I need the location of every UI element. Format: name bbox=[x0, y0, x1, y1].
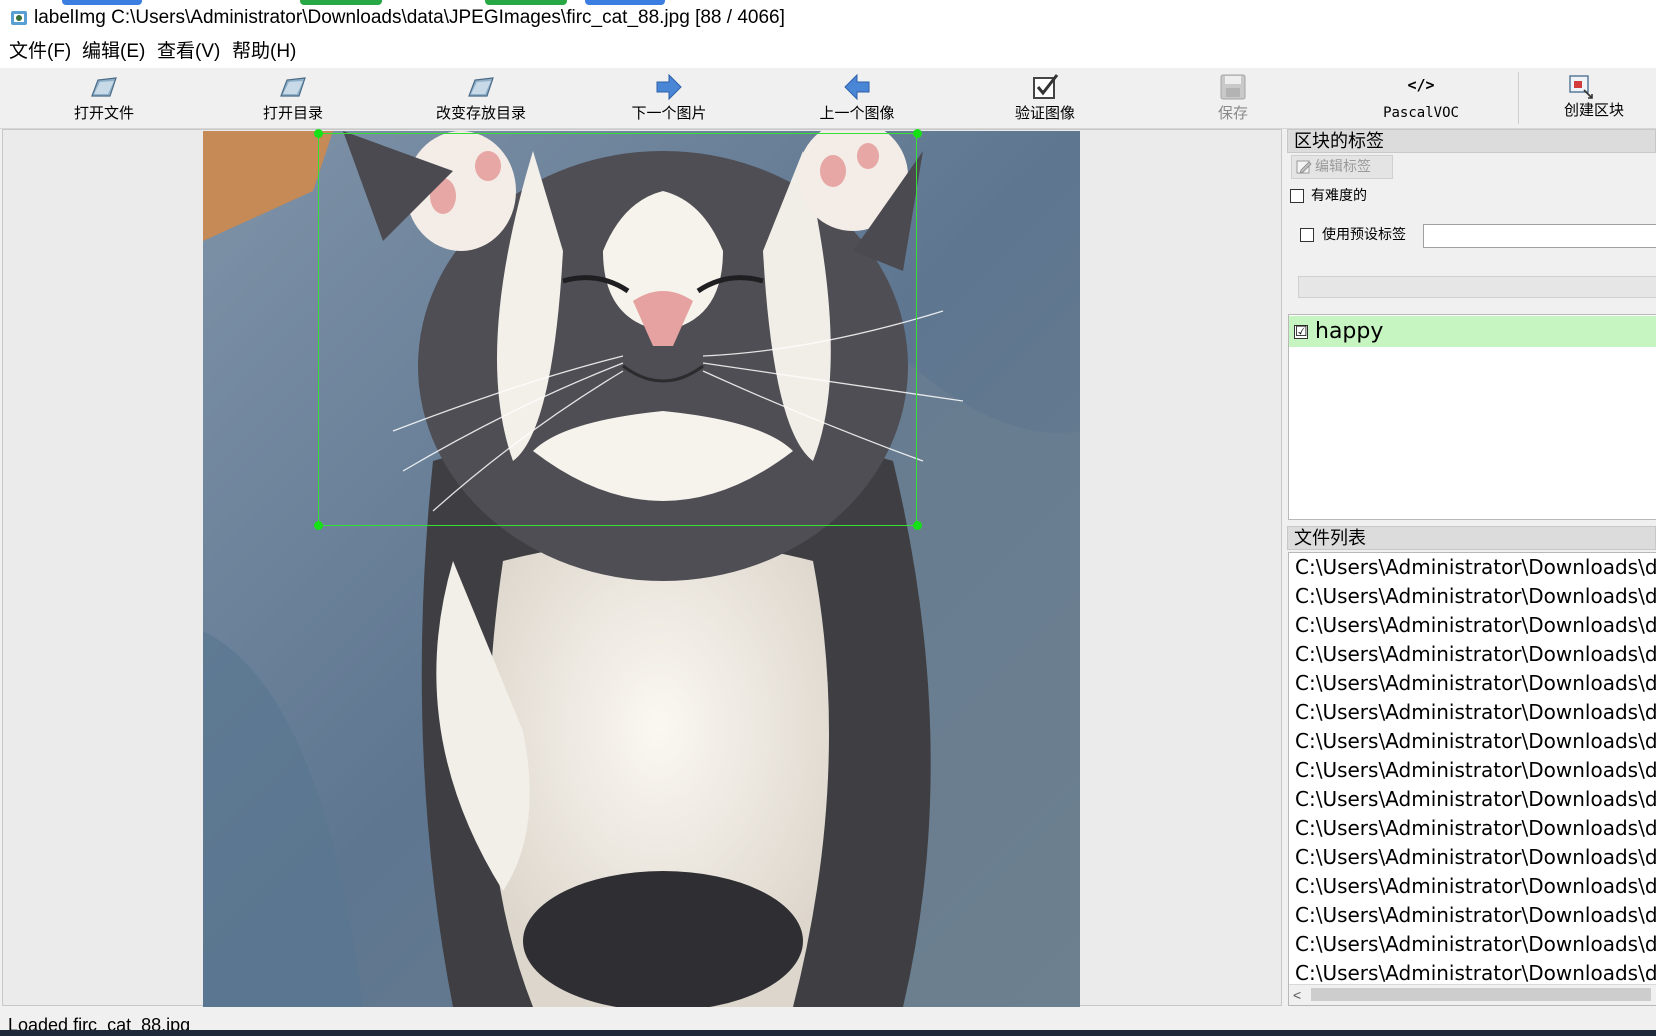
prev-image-label: 上一个图像 bbox=[819, 104, 895, 122]
menu-bar: 文件(F) 编辑(E) 查看(V) 帮助(H) bbox=[0, 36, 1656, 68]
arrow-right-icon bbox=[656, 73, 682, 101]
file-list-dock: 文件列表 bbox=[1287, 526, 1656, 550]
edit-label-text: 编辑标签 bbox=[1315, 159, 1371, 175]
tab-indicator bbox=[62, 0, 142, 5]
difficult-checkbox[interactable] bbox=[1290, 189, 1304, 203]
window-title: labelImg C:\Users\Administrator\Download… bbox=[34, 7, 785, 28]
open-file-button[interactable]: 打开文件 bbox=[29, 68, 179, 126]
create-box-label: 创建区块 bbox=[1563, 101, 1624, 119]
file-list-item[interactable]: C:\Users\Administrator\Downloads\da bbox=[1295, 727, 1656, 756]
create-box-button[interactable]: 创建区块 bbox=[1540, 68, 1656, 126]
bbox-handle-top-left[interactable] bbox=[314, 129, 323, 138]
folder-open-icon bbox=[91, 77, 117, 97]
file-list-hscrollbar[interactable]: < bbox=[1289, 984, 1656, 1005]
next-image-button[interactable]: 下一个图片 bbox=[594, 68, 744, 126]
save-label: 保存 bbox=[1217, 104, 1248, 122]
file-list-item[interactable]: C:\Users\Administrator\Downloads\da bbox=[1295, 901, 1656, 930]
file-list-item[interactable]: C:\Users\Administrator\Downloads\da bbox=[1295, 872, 1656, 901]
label-checkmark: ☑ bbox=[1295, 323, 1308, 339]
change-save-dir-label: 改变存放目录 bbox=[435, 104, 526, 122]
title-bar: labelImg C:\Users\Administrator\Download… bbox=[0, 6, 1656, 36]
folder-open-icon bbox=[468, 77, 494, 97]
checkbox-check-icon bbox=[1033, 74, 1059, 99]
scroll-left-arrow-icon[interactable]: < bbox=[1293, 985, 1301, 1005]
file-list-item[interactable]: C:\Users\Administrator\Downloads\da bbox=[1295, 843, 1656, 872]
prev-image-button[interactable]: 上一个图像 bbox=[782, 68, 932, 126]
file-list-item[interactable]: C:\Users\Administrator\Downloads\da bbox=[1295, 582, 1656, 611]
label-list[interactable]: ☑ happy bbox=[1288, 314, 1656, 520]
open-file-label: 打开文件 bbox=[73, 104, 134, 122]
taskbar-edge bbox=[0, 1030, 1656, 1036]
code-icon: </> bbox=[1407, 76, 1435, 94]
verify-image-button[interactable]: 验证图像 bbox=[970, 68, 1120, 126]
status-text: Loaded firc_cat_88.jpg bbox=[8, 1015, 191, 1030]
file-list-item[interactable]: C:\Users\Administrator\Downloads\da bbox=[1295, 930, 1656, 959]
status-bar: Loaded firc_cat_88.jpg bbox=[0, 1010, 1656, 1030]
change-save-dir-button[interactable]: 改变存放目录 bbox=[406, 68, 556, 126]
labelimg-app-icon bbox=[11, 11, 27, 25]
file-list-item[interactable]: C:\Users\Administrator\Downloads\da bbox=[1295, 698, 1656, 727]
file-list[interactable]: C:\Users\Administrator\Downloads\da C:\U… bbox=[1288, 552, 1656, 1006]
label-panel-bar bbox=[1298, 276, 1656, 298]
format-toggle-button[interactable]: </> PascalVOC bbox=[1346, 68, 1496, 126]
file-list-item[interactable]: C:\Users\Administrator\Downloads\da bbox=[1295, 756, 1656, 785]
verify-image-label: 验证图像 bbox=[1014, 104, 1075, 122]
use-default-label-checkbox[interactable] bbox=[1300, 228, 1314, 242]
difficult-label: 有难度的 bbox=[1311, 188, 1367, 204]
bounding-box[interactable] bbox=[318, 133, 917, 526]
box-labels-dock-title: 区块的标签 bbox=[1287, 129, 1656, 153]
file-list-item[interactable]: C:\Users\Administrator\Downloads\da bbox=[1295, 785, 1656, 814]
edit-label-button[interactable]: 编辑标签 bbox=[1291, 155, 1393, 179]
file-list-item[interactable]: C:\Users\Administrator\Downloads\da bbox=[1295, 669, 1656, 698]
file-list-item[interactable]: C:\Users\Administrator\Downloads\da bbox=[1295, 611, 1656, 640]
toolbar-separator bbox=[1518, 72, 1519, 124]
file-list-title: 文件列表 bbox=[1294, 528, 1366, 549]
menu-help[interactable]: 帮助(H) bbox=[230, 41, 298, 63]
floppy-disk-icon bbox=[1220, 74, 1246, 100]
file-list-dock-title: 文件列表 bbox=[1287, 526, 1656, 550]
toolbar: 打开文件 打开目录 改变存放目录 下一个图片 上一个图像 验证图像 保存 </>… bbox=[0, 68, 1656, 129]
open-dir-label: 打开目录 bbox=[262, 104, 323, 122]
tab-indicator bbox=[585, 0, 665, 5]
menu-edit[interactable]: 编辑(E) bbox=[80, 41, 147, 63]
bbox-handle-bottom-left[interactable] bbox=[314, 521, 323, 530]
menu-view[interactable]: 查看(V) bbox=[155, 41, 222, 63]
use-default-label-text: 使用预设标签 bbox=[1322, 227, 1406, 243]
open-dir-button[interactable]: 打开目录 bbox=[218, 68, 368, 126]
file-list-item[interactable]: C:\Users\Administrator\Downloads\da bbox=[1295, 553, 1656, 582]
create-rect-icon bbox=[1569, 75, 1593, 99]
file-list-item[interactable]: C:\Users\Administrator\Downloads\da bbox=[1295, 640, 1656, 669]
bbox-handle-top-right[interactable] bbox=[913, 129, 922, 138]
default-label-input[interactable] bbox=[1423, 224, 1656, 248]
scroll-thumb[interactable] bbox=[1311, 988, 1651, 1001]
save-button[interactable]: 保存 bbox=[1158, 68, 1308, 126]
tab-indicator bbox=[485, 0, 567, 5]
label-name: happy bbox=[1315, 319, 1384, 344]
file-list-item[interactable]: C:\Users\Administrator\Downloads\da bbox=[1295, 814, 1656, 843]
box-labels-title: 区块的标签 bbox=[1294, 131, 1384, 152]
edit-pencil-icon bbox=[1296, 160, 1312, 174]
bbox-handle-bottom-right[interactable] bbox=[913, 521, 922, 530]
folder-open-icon bbox=[280, 77, 306, 97]
label-list-item[interactable]: ☑ happy bbox=[1289, 316, 1656, 347]
next-image-label: 下一个图片 bbox=[631, 104, 707, 122]
menu-file[interactable]: 文件(F) bbox=[7, 41, 73, 63]
tab-indicator bbox=[300, 0, 382, 5]
format-label: PascalVOC bbox=[1383, 105, 1459, 121]
label-visibility-checkbox[interactable]: ☑ bbox=[1294, 323, 1308, 339]
arrow-left-icon bbox=[844, 73, 870, 101]
